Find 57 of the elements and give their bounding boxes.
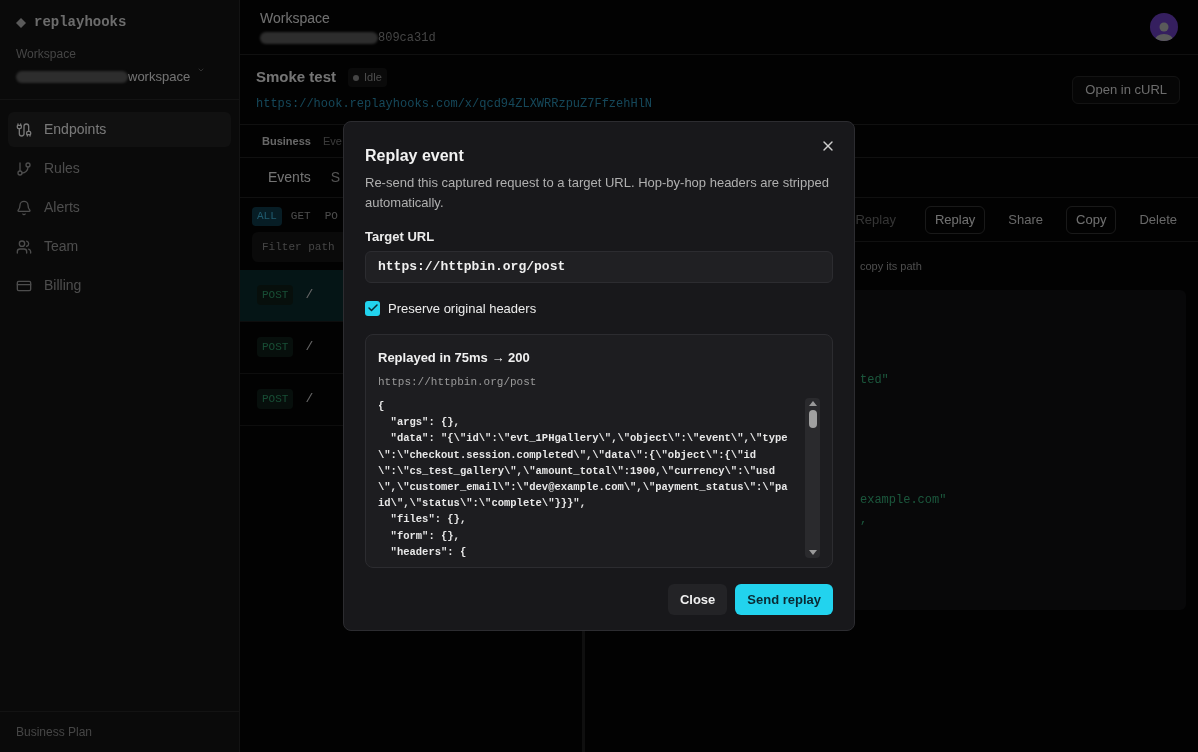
dialog-description: Re-send this captured request to a target URL. Hop-by-hop headers are stripped automatically. xyxy=(365,174,830,212)
response-body: { "args": {}, "data": "{\"id\":\"evt_1PHgallery\",\"object\":\"event\",\"type \":\"checkout.session.completed\",\"data\":{\"object\":{\"id \":\"cs_test_gallery\",\"amount_total\":1900,\"currency\":\"usd \",\"customer_email\":\"dev@example.com\",\"payment_status\":\"pa id\",\"status\":\"complete\"}}}", "files": {}, "form": {}, "headers": { xyxy=(378,399,789,558)
code-fragment: , xyxy=(860,512,868,529)
send-replay-button[interactable]: Send replay xyxy=(735,584,833,615)
method-tag: POST xyxy=(257,336,294,358)
open-curl-button[interactable]: Open in cURL xyxy=(1072,75,1180,104)
scroll-down-arrow-icon[interactable] xyxy=(808,550,817,555)
branch-icon xyxy=(16,160,32,177)
event-path: / xyxy=(305,338,314,357)
app-logo: replayhooks xyxy=(34,13,127,32)
scroll-up-arrow-icon[interactable] xyxy=(808,401,817,406)
replay-summary: Replayed in 75ms → 200 xyxy=(378,349,531,367)
workspace-label: Workspace xyxy=(16,46,77,63)
preserve-headers-checkbox[interactable] xyxy=(365,300,380,316)
bell-icon xyxy=(16,199,32,216)
status-badge: Idle xyxy=(348,68,387,87)
workspace-name[interactable]: workspace xyxy=(128,67,191,87)
scrollbar-thumb[interactable] xyxy=(808,410,817,428)
cable-icon xyxy=(16,121,32,138)
code-fragment: ted" xyxy=(860,372,889,389)
target-url-label: Target URL xyxy=(365,228,436,246)
hint-text: copy its path xyxy=(860,258,922,274)
event-path: / xyxy=(305,286,314,305)
avatar[interactable] xyxy=(1150,13,1178,41)
nav-item[interactable]: Billing xyxy=(8,268,231,303)
nav-item[interactable]: Endpoints xyxy=(8,112,231,147)
workspace-id: 809ca31d xyxy=(378,29,436,47)
method-filter[interactable]: PO xyxy=(319,207,343,226)
toolbar-button[interactable]: Delete xyxy=(1130,205,1186,234)
event-path: / xyxy=(305,390,314,409)
method-filter[interactable]: ALL xyxy=(252,207,282,226)
view-tab[interactable]: Events xyxy=(268,167,311,188)
plan-label: Business Plan xyxy=(16,724,93,741)
close-button[interactable]: Close xyxy=(667,584,728,615)
method-tag: POST xyxy=(257,284,294,306)
method-filter[interactable]: GET xyxy=(285,207,316,226)
scrollbar[interactable] xyxy=(805,398,820,558)
nav-item[interactable]: Rules xyxy=(8,151,231,186)
endpoint-name: Smoke test xyxy=(256,67,337,88)
section-tab[interactable]: Business xyxy=(262,132,311,150)
users-icon xyxy=(16,238,32,255)
nav-item[interactable]: Alerts xyxy=(8,190,231,225)
header-title: Workspace xyxy=(260,8,331,28)
target-url-field[interactable]: https://httpbin.org/post xyxy=(365,250,833,283)
replay-url: https://httpbin.org/post xyxy=(378,374,538,390)
section-tab[interactable]: Eve xyxy=(322,132,342,150)
preserve-headers-label: Preserve original headers xyxy=(388,299,537,318)
toolbar-button[interactable]: Share xyxy=(999,205,1053,234)
view-tab[interactable]: S xyxy=(330,167,341,188)
toolbar-button[interactable]: Replay xyxy=(924,205,986,234)
endpoint-url[interactable]: https://hook.replayhooks.com/x/qcd94ZLXWRRzpuZ7FfzehHlN xyxy=(256,94,653,113)
code-fragment: example.com" xyxy=(860,492,947,509)
toolbar-button[interactable]: Copy xyxy=(1066,205,1117,234)
diamond-logo-icon xyxy=(16,17,26,28)
dialog-title: Replay event xyxy=(365,146,464,166)
nav-item[interactable]: Team xyxy=(8,229,231,264)
method-tag: POST xyxy=(257,388,294,410)
